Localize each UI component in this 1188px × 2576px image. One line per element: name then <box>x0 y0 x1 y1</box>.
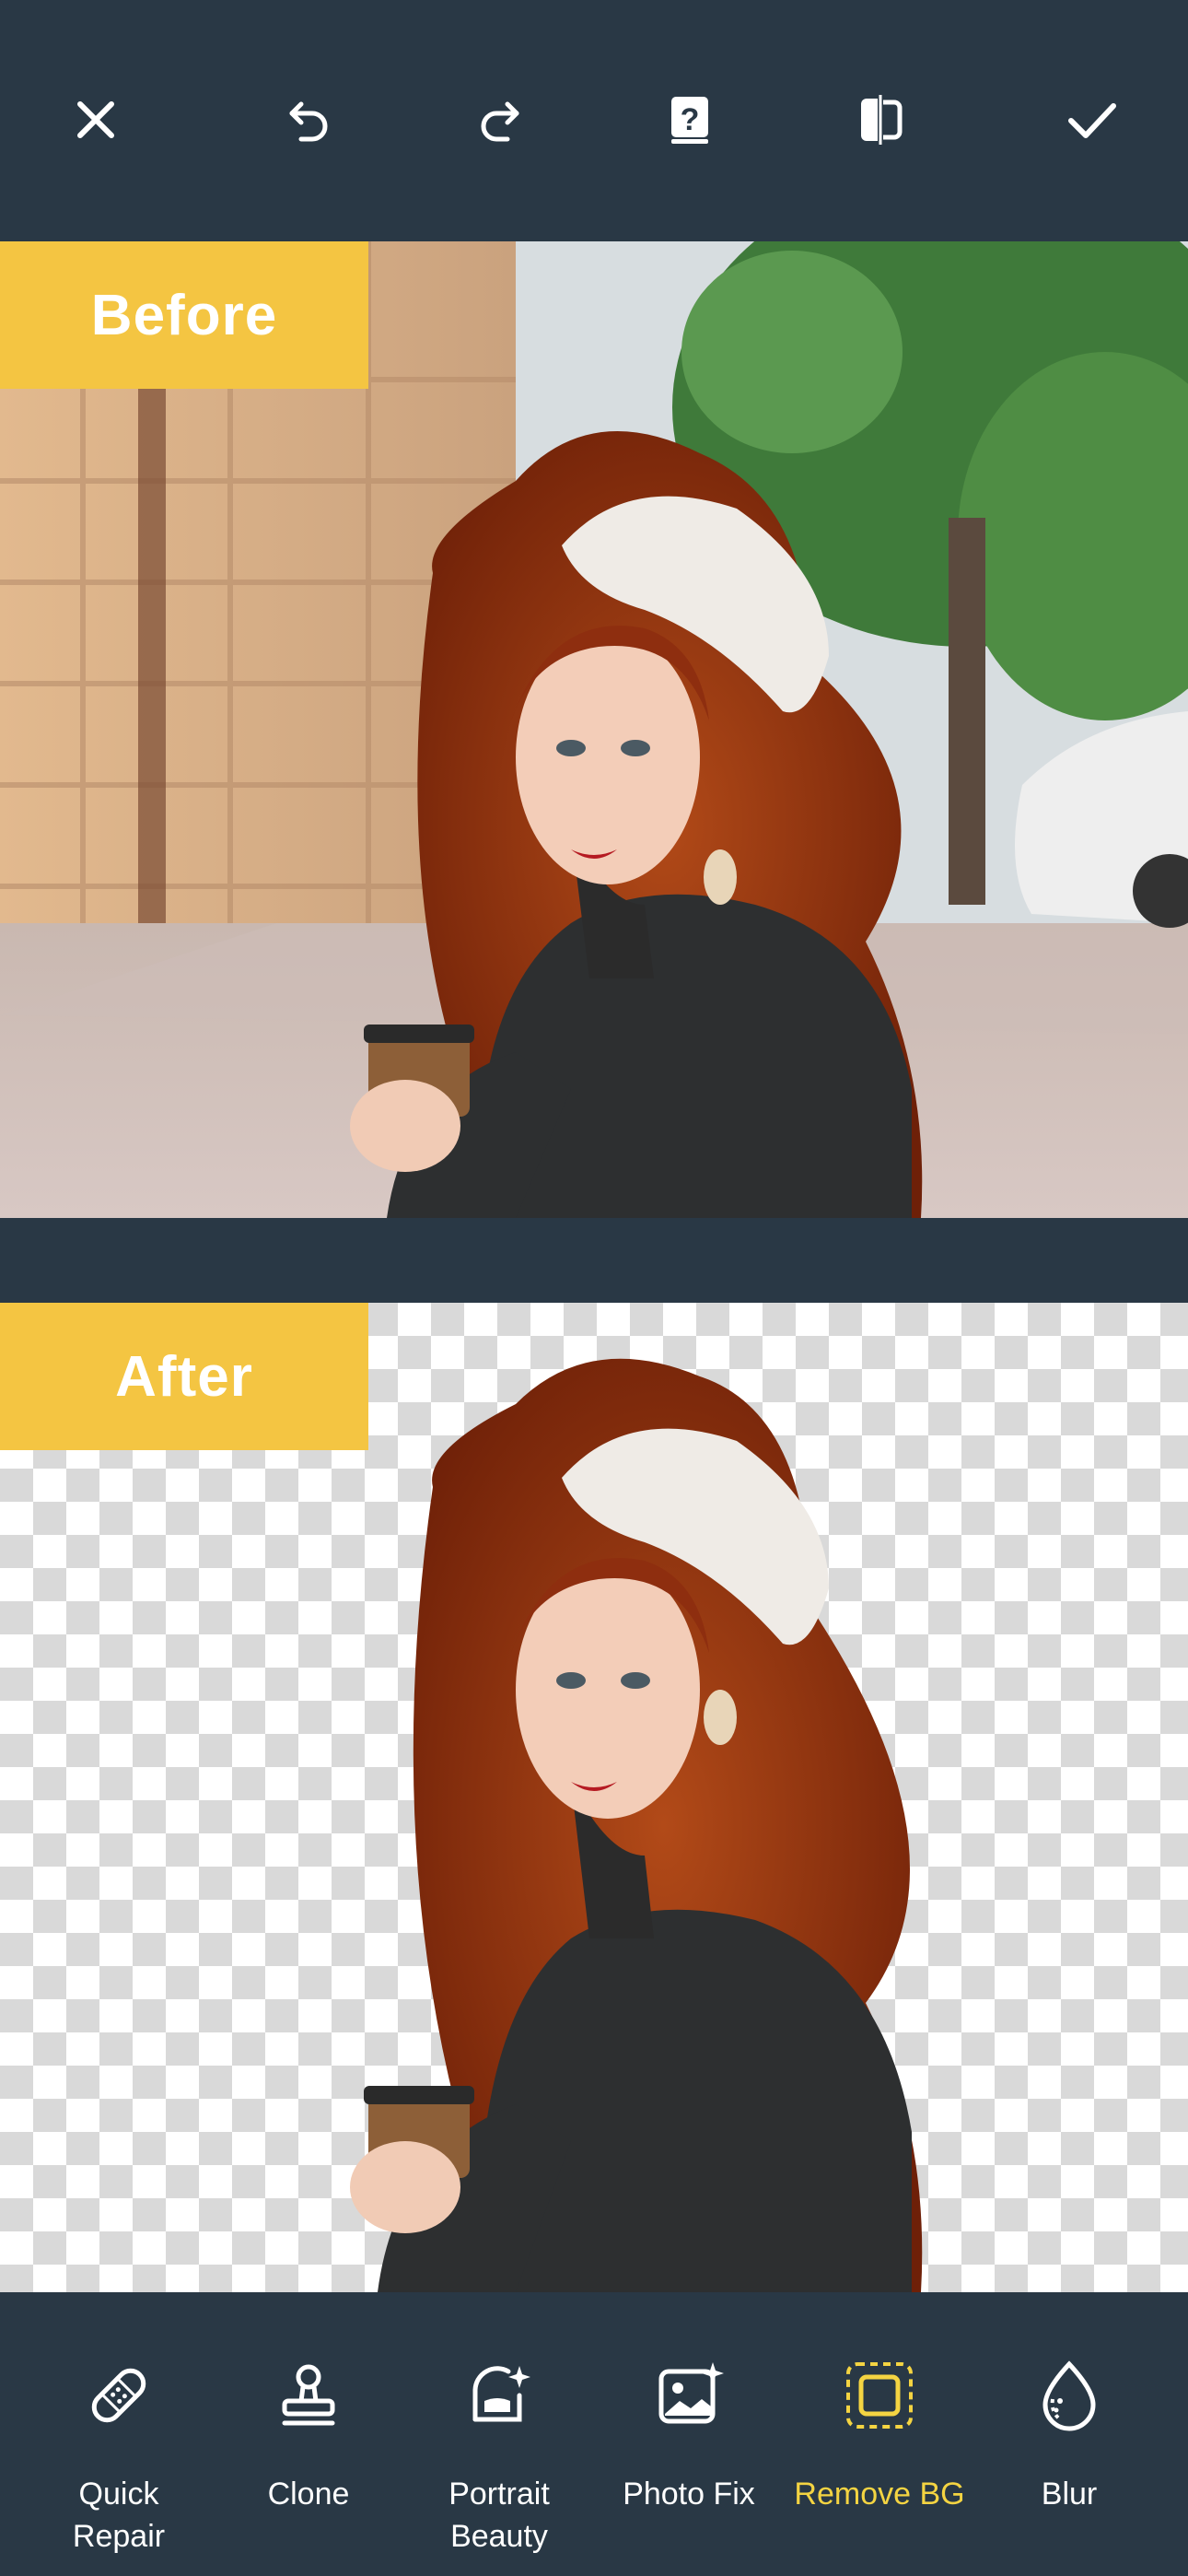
before-image-panel: Before <box>0 241 1188 1218</box>
tool-label: Clone <box>267 2476 350 2512</box>
portrait-beauty-icon <box>462 2359 536 2432</box>
redo-button[interactable] <box>462 83 536 157</box>
help-button[interactable]: ? <box>654 83 728 157</box>
undo-button[interactable] <box>273 83 346 157</box>
tool-label: Portrait Beauty <box>448 2476 550 2554</box>
tool-label: Blur <box>1041 2476 1098 2512</box>
photo-fix-icon <box>652 2359 726 2432</box>
after-label: After <box>0 1303 368 1450</box>
bottom-toolbar: Quick Repair Clone Portrait Beauty Photo… <box>0 2292 1188 2576</box>
confirm-button[interactable] <box>1055 83 1129 157</box>
close-icon <box>77 101 114 138</box>
after-photo <box>350 1358 923 2292</box>
blur-icon <box>1032 2359 1106 2432</box>
tool-label: Quick Repair <box>72 2476 166 2554</box>
compare-button[interactable] <box>844 83 917 157</box>
tool-portrait-beauty[interactable]: Portrait Beauty <box>407 2292 591 2576</box>
tool-quick-repair[interactable]: Quick Repair <box>27 2292 211 2576</box>
top-toolbar: ? <box>0 0 1188 241</box>
tool-clone[interactable]: Clone <box>216 2292 401 2576</box>
tool-photo-fix[interactable]: Photo Fix <box>597 2292 781 2576</box>
svg-text:?: ? <box>681 102 700 137</box>
after-image-panel: After <box>0 1303 1188 2292</box>
compare-icon <box>861 95 903 145</box>
tool-blur[interactable]: Blur <box>977 2292 1161 2576</box>
before-label: Before <box>0 241 368 389</box>
undo-icon <box>289 101 328 142</box>
tool-remove-bg[interactable]: Remove BG <box>787 2292 972 2576</box>
check-icon <box>1068 103 1116 138</box>
remove-bg-icon <box>843 2359 916 2432</box>
tool-label: Remove BG <box>794 2476 965 2512</box>
help-icon: ? <box>671 97 708 144</box>
close-button[interactable] <box>59 83 133 157</box>
tool-label: Photo Fix <box>623 2476 755 2512</box>
stamp-icon <box>272 2359 345 2432</box>
bandage-icon <box>82 2359 156 2432</box>
redo-icon <box>481 101 519 142</box>
